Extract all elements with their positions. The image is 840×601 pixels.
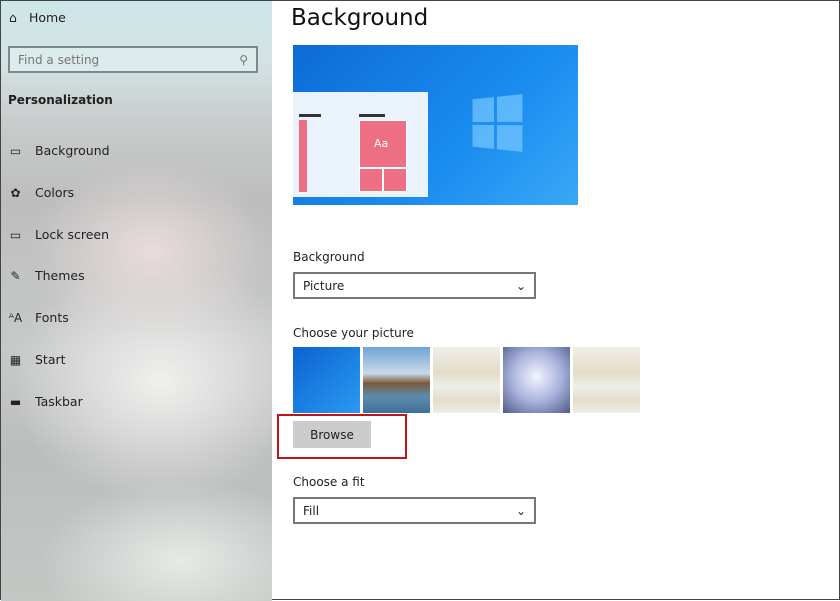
background-label: Background bbox=[293, 250, 365, 264]
sidebar-item-label: Taskbar bbox=[35, 394, 83, 409]
sidebar-item-label: Themes bbox=[35, 268, 85, 283]
fit-label: Choose a fit bbox=[293, 475, 365, 489]
sidebar-item-background[interactable]: ▭ Background bbox=[8, 143, 110, 158]
thumbnail-mental-health[interactable] bbox=[433, 347, 500, 413]
sidebar: ⌂ Home Find a setting ⚲ Personalization ▭ B… bbox=[1, 1, 272, 601]
windows-logo-icon bbox=[472, 94, 523, 152]
sidebar-item-themes[interactable]: ✎ Themes bbox=[8, 268, 85, 283]
chevron-down-icon: ⌄ bbox=[515, 278, 526, 293]
sidebar-item-label: Lock screen bbox=[35, 227, 110, 242]
preview-tile: Aa bbox=[359, 120, 407, 168]
sidebar-item-fonts[interactable]: ᴬA Fonts bbox=[8, 310, 69, 325]
highlight-box bbox=[277, 414, 407, 459]
search-icon: ⚲ bbox=[239, 52, 248, 67]
background-preview: Aa bbox=[293, 45, 578, 205]
page-title: Background bbox=[291, 5, 429, 31]
themes-icon: ✎ bbox=[10, 268, 21, 283]
sidebar-item-label: Fonts bbox=[35, 310, 69, 325]
thumbnail-anime[interactable] bbox=[503, 347, 570, 413]
home-icon: ⌂ bbox=[9, 10, 17, 25]
search-input[interactable]: Find a setting ⚲ bbox=[8, 46, 258, 73]
thumbnail-mental-health-2[interactable] bbox=[573, 347, 640, 413]
sidebar-item-label: Start bbox=[35, 352, 66, 367]
search-placeholder: Find a setting bbox=[18, 52, 100, 67]
fit-dropdown[interactable]: Fill ⌄ bbox=[293, 497, 536, 524]
home-link[interactable]: ⌂ Home bbox=[9, 10, 66, 25]
sidebar-item-taskbar[interactable]: ▬ Taskbar bbox=[8, 394, 83, 409]
background-dropdown[interactable]: Picture ⌄ bbox=[293, 272, 536, 299]
background-value: Picture bbox=[303, 278, 345, 293]
start-icon: ▦ bbox=[9, 352, 22, 367]
sidebar-item-start[interactable]: ▦ Start bbox=[8, 352, 66, 367]
choose-picture-label: Choose your picture bbox=[293, 326, 414, 340]
palette-icon: ✿ bbox=[10, 185, 21, 200]
section-title: Personalization bbox=[8, 93, 113, 107]
picture-thumbnails bbox=[293, 347, 640, 413]
home-label: Home bbox=[28, 10, 66, 25]
thumbnail-windows[interactable] bbox=[293, 347, 360, 413]
chevron-down-icon: ⌄ bbox=[515, 503, 526, 518]
thumbnail-beach[interactable] bbox=[363, 347, 430, 413]
preview-window: Aa bbox=[293, 92, 428, 197]
taskbar-icon: ▬ bbox=[9, 394, 22, 409]
sidebar-item-label: Colors bbox=[35, 185, 75, 200]
fonts-icon: ᴬA bbox=[8, 310, 23, 325]
picture-icon: ▭ bbox=[9, 143, 22, 158]
sidebar-item-colors[interactable]: ✿ Colors bbox=[8, 185, 74, 200]
sidebar-item-lock-screen[interactable]: ▭ Lock screen bbox=[8, 227, 109, 242]
lock-screen-icon: ▭ bbox=[9, 227, 22, 242]
fit-value: Fill bbox=[303, 503, 320, 518]
sidebar-item-label: Background bbox=[35, 143, 110, 158]
